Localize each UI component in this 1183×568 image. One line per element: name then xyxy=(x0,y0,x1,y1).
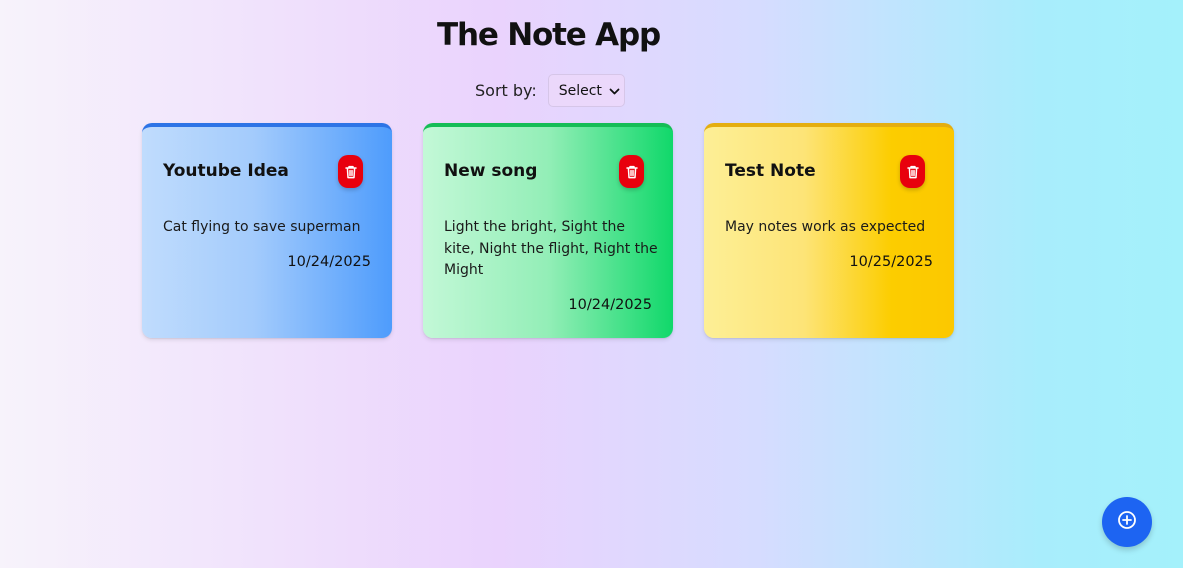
chevron-down-icon xyxy=(609,85,620,96)
delete-note-button[interactable] xyxy=(338,155,363,188)
note-title: Test Note xyxy=(725,161,816,181)
note-body: Light the bright, Sight the kite, Night … xyxy=(444,219,658,278)
note-title: Youtube Idea xyxy=(163,161,289,181)
note-date: 10/24/2025 xyxy=(287,254,371,270)
note-date: 10/25/2025 xyxy=(849,254,933,270)
trash-icon xyxy=(625,165,638,179)
note-title: New song xyxy=(444,161,538,181)
page-title: The Note App xyxy=(437,17,661,53)
trash-icon xyxy=(344,165,357,179)
note-body: May notes work as expected xyxy=(725,219,926,235)
sort-controls: Sort by: Select xyxy=(475,74,625,107)
sort-select[interactable]: Select xyxy=(547,74,625,107)
delete-note-button[interactable] xyxy=(619,155,644,188)
delete-note-button[interactable] xyxy=(900,155,925,188)
add-note-button[interactable] xyxy=(1102,497,1152,547)
trash-icon xyxy=(906,165,919,179)
note-card[interactable]: Youtube Idea Cat flying to save superman… xyxy=(142,123,392,338)
note-body: Cat flying to save superman xyxy=(163,219,361,235)
sort-select-value: Select xyxy=(558,82,602,99)
plus-circle-icon xyxy=(1117,510,1137,534)
sort-label: Sort by: xyxy=(475,81,537,100)
note-card[interactable]: Test Note May notes work as expected 10/… xyxy=(704,123,954,338)
note-card[interactable]: New song Light the bright, Sight the kit… xyxy=(423,123,673,338)
note-date: 10/24/2025 xyxy=(568,297,652,313)
